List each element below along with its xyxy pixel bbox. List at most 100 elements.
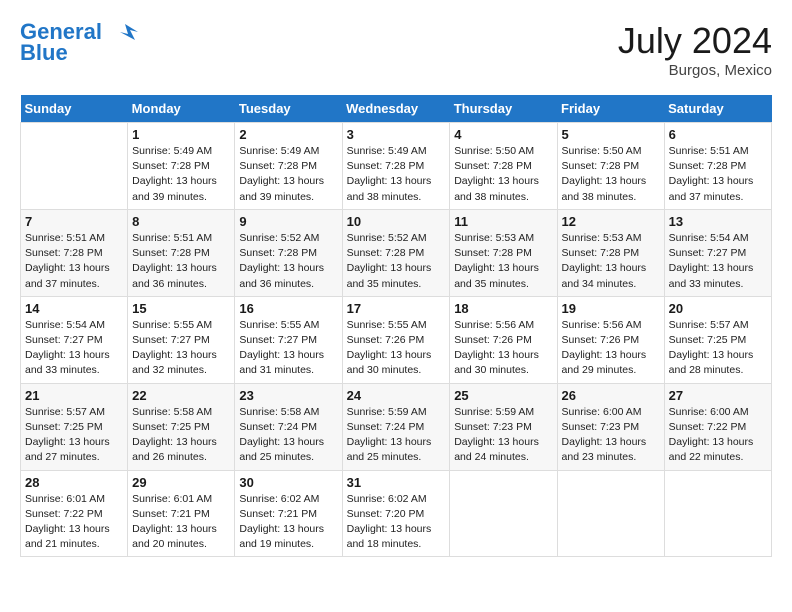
calendar-cell: 2Sunrise: 5:49 AMSunset: 7:28 PMDaylight… [235, 123, 342, 210]
day-number: 14 [25, 301, 123, 316]
logo-bird-icon [110, 22, 140, 44]
day-number: 1 [132, 127, 230, 142]
calendar-cell: 25 Sunrise: 5:59 AMSunset: 7:23 PMDayligh… [450, 383, 557, 470]
day-info: Sunrise: 5:56 AMSunset: 7:26 PMDaylight:… [454, 318, 552, 379]
day-number: 12 [562, 214, 660, 229]
calendar-cell: 21 Sunrise: 5:57 AMSunset: 7:25 PMDayligh… [21, 383, 128, 470]
header-saturday: Saturday [664, 95, 771, 123]
page-header: General Blue July 2024 Burgos, Mexico [20, 20, 772, 79]
week-row-2: 7Sunrise: 5:51 AMSunset: 7:28 PMDaylight… [21, 209, 772, 296]
day-info: Sunrise: 5:55 AMSunset: 7:27 PMDaylight:… [239, 318, 337, 379]
day-number: 16 [239, 301, 337, 316]
location-subtitle: Burgos, Mexico [618, 62, 772, 79]
calendar-cell: 24Sunrise: 5:59 AMSunset: 7:24 PMDayligh… [342, 383, 450, 470]
week-row-5: 28 Sunrise: 6:01 AMSunset: 7:22 PMDayligh… [21, 470, 772, 557]
calendar-cell: 9Sunrise: 5:52 AMSunset: 7:28 PMDaylight… [235, 209, 342, 296]
day-info: Sunrise: 5:59 AMSunset: 7:24 PMDaylight:… [347, 405, 446, 466]
calendar-cell: 3 Sunrise: 5:49 AMSunset: 7:28 PMDaylight… [342, 123, 450, 210]
calendar-cell: 19 Sunrise: 5:56 AMSunset: 7:26 PMDayligh… [557, 296, 664, 383]
day-number: 11 [454, 214, 552, 229]
day-info: Sunrise: 5:50 AMSunset: 7:28 PMDaylight:… [562, 144, 660, 205]
day-info: Sunrise: 6:00 AMSunset: 7:22 PMDaylight:… [669, 405, 767, 466]
day-info: Sunrise: 5:53 AMSunset: 7:28 PMDaylight:… [562, 231, 660, 292]
header-wednesday: Wednesday [342, 95, 450, 123]
day-number: 3 [347, 127, 446, 142]
day-number: 25 [454, 388, 552, 403]
day-info: Sunrise: 5:50 AMSunset: 7:28 PMDaylight:… [454, 144, 552, 205]
day-info: Sunrise: 5:59 AMSunset: 7:23 PMDaylight:… [454, 405, 552, 466]
day-number: 22 [132, 388, 230, 403]
day-info: Sunrise: 5:58 AMSunset: 7:25 PMDaylight:… [132, 405, 230, 466]
calendar-cell: 20 Sunrise: 5:57 AMSunset: 7:25 PMDayligh… [664, 296, 771, 383]
day-number: 15 [132, 301, 230, 316]
calendar-cell: 11 Sunrise: 5:53 AMSunset: 7:28 PMDayligh… [450, 209, 557, 296]
calendar-cell: 8Sunrise: 5:51 AMSunset: 7:28 PMDaylight… [128, 209, 235, 296]
day-info: Sunrise: 5:56 AMSunset: 7:26 PMDaylight:… [562, 318, 660, 379]
day-info: Sunrise: 5:53 AMSunset: 7:28 PMDaylight:… [454, 231, 552, 292]
day-number: 28 [25, 475, 123, 490]
day-number: 20 [669, 301, 767, 316]
week-row-3: 14 Sunrise: 5:54 AMSunset: 7:27 PMDayligh… [21, 296, 772, 383]
header-monday: Monday [128, 95, 235, 123]
day-number: 30 [239, 475, 337, 490]
calendar-cell: 17 Sunrise: 5:55 AMSunset: 7:26 PMDayligh… [342, 296, 450, 383]
day-info: Sunrise: 5:54 AMSunset: 7:27 PMDaylight:… [25, 318, 123, 379]
calendar-table: SundayMondayTuesdayWednesdayThursdayFrid… [20, 95, 772, 557]
calendar-cell: 7Sunrise: 5:51 AMSunset: 7:28 PMDaylight… [21, 209, 128, 296]
day-number: 13 [669, 214, 767, 229]
calendar-cell: 12 Sunrise: 5:53 AMSunset: 7:28 PMDayligh… [557, 209, 664, 296]
day-info: Sunrise: 5:58 AMSunset: 7:24 PMDaylight:… [239, 405, 337, 466]
day-info: Sunrise: 5:57 AMSunset: 7:25 PMDaylight:… [669, 318, 767, 379]
calendar-cell: 26 Sunrise: 6:00 AMSunset: 7:23 PMDayligh… [557, 383, 664, 470]
calendar-cell: 22 Sunrise: 5:58 AMSunset: 7:25 PMDayligh… [128, 383, 235, 470]
day-info: Sunrise: 6:02 AMSunset: 7:20 PMDaylight:… [347, 492, 446, 553]
day-number: 4 [454, 127, 552, 142]
day-number: 10 [347, 214, 446, 229]
day-number: 23 [239, 388, 337, 403]
month-year-title: July 2024 [618, 20, 772, 62]
day-number: 31 [347, 475, 446, 490]
calendar-cell: 31 Sunrise: 6:02 AMSunset: 7:20 PMDayligh… [342, 470, 450, 557]
header-sunday: Sunday [21, 95, 128, 123]
day-info: Sunrise: 5:55 AMSunset: 7:27 PMDaylight:… [132, 318, 230, 379]
day-number: 21 [25, 388, 123, 403]
calendar-cell: 18 Sunrise: 5:56 AMSunset: 7:26 PMDayligh… [450, 296, 557, 383]
title-block: July 2024 Burgos, Mexico [618, 20, 772, 79]
day-info: Sunrise: 6:00 AMSunset: 7:23 PMDaylight:… [562, 405, 660, 466]
calendar-cell [664, 470, 771, 557]
day-info: Sunrise: 5:51 AMSunset: 7:28 PMDaylight:… [669, 144, 767, 205]
calendar-cell: 5Sunrise: 5:50 AMSunset: 7:28 PMDaylight… [557, 123, 664, 210]
day-number: 27 [669, 388, 767, 403]
calendar-cell: 13Sunrise: 5:54 AMSunset: 7:27 PMDayligh… [664, 209, 771, 296]
day-info: Sunrise: 6:01 AMSunset: 7:21 PMDaylight:… [132, 492, 230, 553]
day-number: 17 [347, 301, 446, 316]
day-number: 19 [562, 301, 660, 316]
day-number: 6 [669, 127, 767, 142]
day-number: 26 [562, 388, 660, 403]
calendar-cell: 16 Sunrise: 5:55 AMSunset: 7:27 PMDayligh… [235, 296, 342, 383]
header-tuesday: Tuesday [235, 95, 342, 123]
calendar-cell: 30Sunrise: 6:02 AMSunset: 7:21 PMDayligh… [235, 470, 342, 557]
calendar-cell: 29 Sunrise: 6:01 AMSunset: 7:21 PMDayligh… [128, 470, 235, 557]
day-number: 18 [454, 301, 552, 316]
day-info: Sunrise: 5:57 AMSunset: 7:25 PMDaylight:… [25, 405, 123, 466]
day-info: Sunrise: 5:55 AMSunset: 7:26 PMDaylight:… [347, 318, 446, 379]
day-info: Sunrise: 6:01 AMSunset: 7:22 PMDaylight:… [25, 492, 123, 553]
day-info: Sunrise: 5:49 AMSunset: 7:28 PMDaylight:… [347, 144, 446, 205]
calendar-cell: 28 Sunrise: 6:01 AMSunset: 7:22 PMDayligh… [21, 470, 128, 557]
calendar-cell [450, 470, 557, 557]
calendar-cell: 14 Sunrise: 5:54 AMSunset: 7:27 PMDayligh… [21, 296, 128, 383]
week-row-4: 21 Sunrise: 5:57 AMSunset: 7:25 PMDayligh… [21, 383, 772, 470]
calendar-cell: 27 Sunrise: 6:00 AMSunset: 7:22 PMDayligh… [664, 383, 771, 470]
day-info: Sunrise: 5:52 AMSunset: 7:28 PMDaylight:… [347, 231, 446, 292]
calendar-cell: 23 Sunrise: 5:58 AMSunset: 7:24 PMDayligh… [235, 383, 342, 470]
calendar-cell [21, 123, 128, 210]
week-row-1: 1 Sunrise: 5:49 AMSunset: 7:28 PMDaylight… [21, 123, 772, 210]
day-info: Sunrise: 5:49 AMSunset: 7:28 PMDaylight:… [132, 144, 230, 205]
day-number: 2 [239, 127, 337, 142]
calendar-cell: 1 Sunrise: 5:49 AMSunset: 7:28 PMDaylight… [128, 123, 235, 210]
day-number: 29 [132, 475, 230, 490]
day-number: 9 [239, 214, 337, 229]
logo: General Blue [20, 20, 140, 66]
calendar-header-row: SundayMondayTuesdayWednesdayThursdayFrid… [21, 95, 772, 123]
